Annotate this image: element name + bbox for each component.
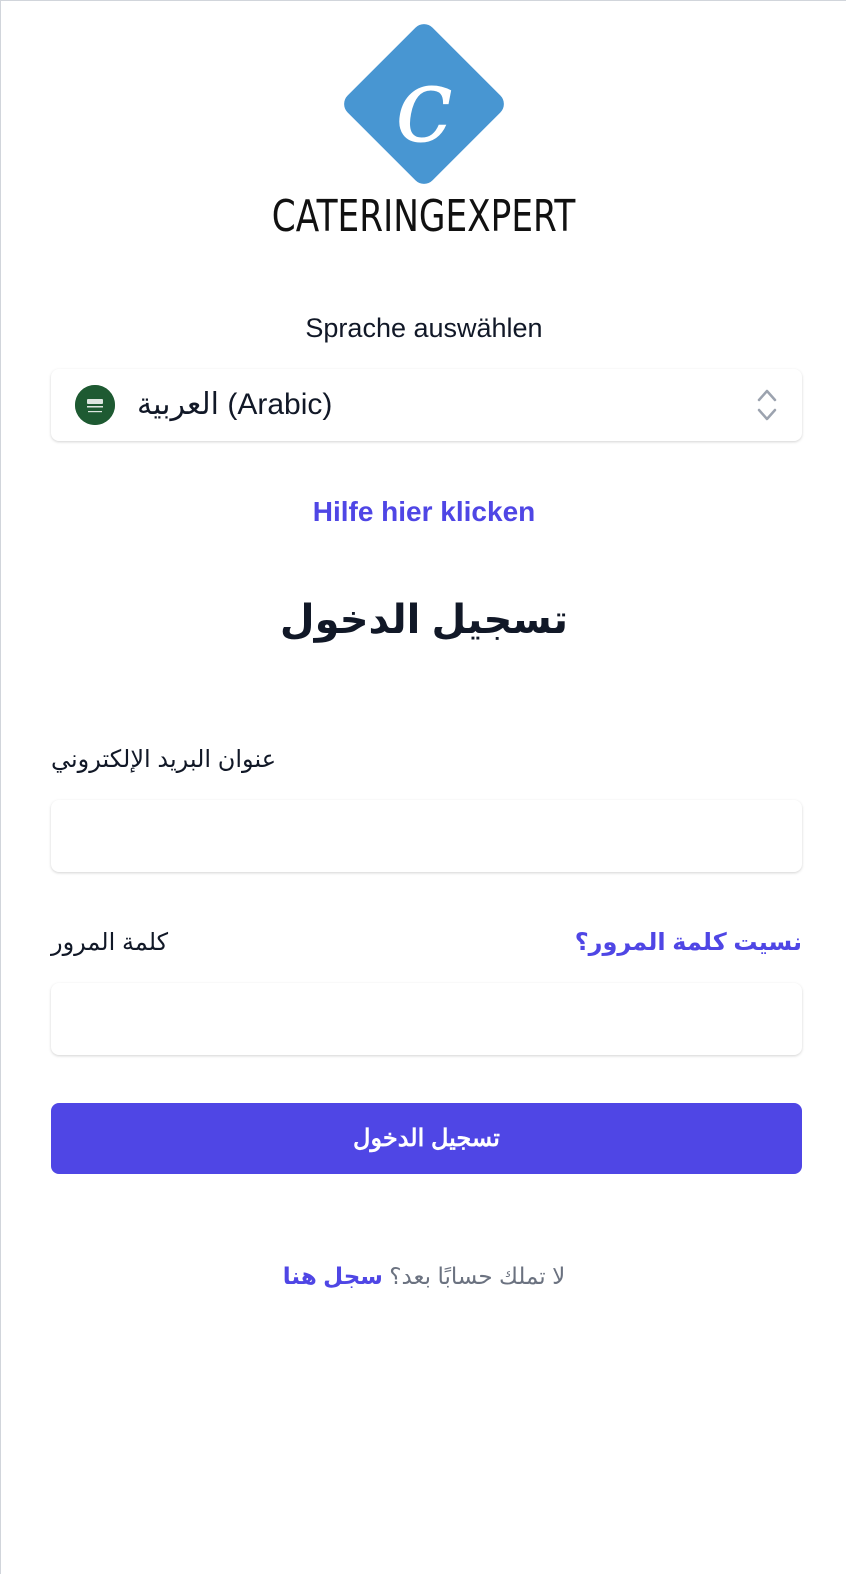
chevron-up-down-icon: [756, 387, 778, 428]
register-prompt-text: لا تملك حسابًا بعد؟: [389, 1263, 566, 1289]
page-frame: c CATERINGEXPERT Sprache auswählen العرب…: [0, 0, 846, 1574]
register-link[interactable]: سجل هنا: [283, 1263, 383, 1289]
language-select[interactable]: العربية (Arabic): [51, 369, 802, 441]
email-label: عنوان البريد الإلكتروني: [51, 746, 277, 773]
brand-name: CATERINGEXPERT: [272, 191, 576, 242]
login-title: تسجيل الدخول: [279, 598, 569, 642]
language-heading: Sprache auswählen: [305, 313, 543, 343]
logo-letter: c: [395, 44, 453, 166]
brand-header: c CATERINGEXPERT: [1, 19, 846, 239]
password-label: كلمة المرور: [51, 929, 169, 956]
login-button[interactable]: تسجيل الدخول: [51, 1103, 802, 1174]
email-field[interactable]: [51, 800, 802, 872]
password-field[interactable]: [51, 983, 802, 1055]
register-prompt-line: لا تملك حسابًا بعد؟ سجل هنا: [1, 1263, 846, 1290]
language-selected-value: العربية (Arabic): [137, 388, 333, 421]
brand-logo-icon: c: [339, 19, 509, 189]
help-link[interactable]: Hilfe hier klicken: [1, 496, 846, 528]
forgot-password-link[interactable]: نسيت كلمة المرور؟: [575, 928, 802, 957]
saudi-arabia-flag-icon: [75, 385, 115, 425]
